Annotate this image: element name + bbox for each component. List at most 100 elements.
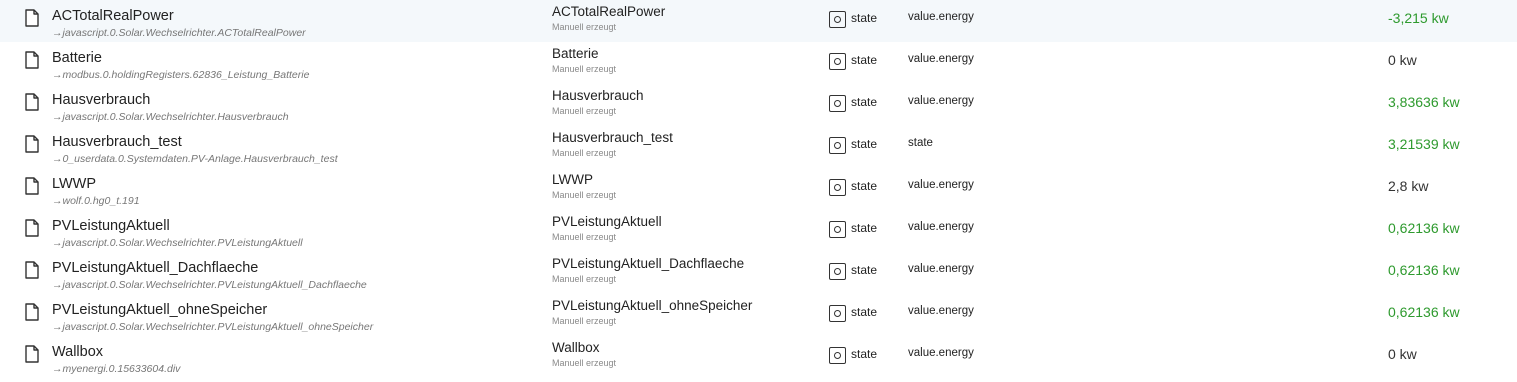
state-value[interactable]: 3,83636 kw <box>1388 94 1460 110</box>
origin-label: Manuell erzeugt <box>552 64 617 74</box>
alias-path: javascript.0.Solar.Wechselrichter.PVLeis… <box>62 279 367 291</box>
alias-target: →modbus.0.holdingRegisters.62836_Leistun… <box>52 69 309 81</box>
table-row[interactable]: PVLeistungAktuell →javascript.0.Solar.We… <box>0 210 1517 252</box>
state-value[interactable]: 2,8 kw <box>1388 178 1428 194</box>
alias-path: javascript.0.Solar.Wechselrichter.PVLeis… <box>62 237 303 249</box>
table-row[interactable]: PVLeistungAktuell_Dachflaeche →javascrip… <box>0 252 1517 294</box>
display-name: LWWP <box>552 172 593 187</box>
origin-label: Manuell erzeugt <box>552 316 617 326</box>
type-label: state <box>851 137 878 151</box>
role-label: value.energy <box>908 263 974 275</box>
role-label: state <box>908 137 933 149</box>
alias-path: javascript.0.Solar.Wechselrichter.Hausve… <box>62 111 289 123</box>
file-icon <box>25 135 39 153</box>
object-name: PVLeistungAktuell <box>52 218 170 234</box>
table-row[interactable]: Batterie →modbus.0.holdingRegisters.6283… <box>0 42 1517 84</box>
table-row[interactable]: Hausverbrauch_test →0_userdata.0.Systemd… <box>0 126 1517 168</box>
alias-target: →myenergi.0.15633604.div <box>52 363 180 375</box>
display-name: PVLeistungAktuell_ohneSpeicher <box>552 298 753 313</box>
origin-label: Manuell erzeugt <box>552 358 617 368</box>
display-name: Hausverbrauch <box>552 88 644 103</box>
alias-path: 0_userdata.0.Systemdaten.PV-Anlage.Hausv… <box>62 153 338 165</box>
state-value[interactable]: 0 kw <box>1388 346 1417 362</box>
origin-label: Manuell erzeugt <box>552 22 617 32</box>
type-label: state <box>851 11 878 25</box>
alias-arrow-icon: → <box>52 237 63 249</box>
display-name: Hausverbrauch_test <box>552 130 673 145</box>
file-icon <box>25 261 39 279</box>
origin-label: Manuell erzeugt <box>552 232 617 242</box>
alias-arrow-icon: → <box>52 195 63 207</box>
alias-target: →javascript.0.Solar.Wechselrichter.PVLei… <box>52 237 303 249</box>
type-label: state <box>851 347 878 361</box>
display-name: PVLeistungAktuell <box>552 214 662 229</box>
alias-arrow-icon: → <box>52 363 63 375</box>
type-label: state <box>851 305 878 319</box>
alias-path: wolf.0.hg0_t.191 <box>62 195 140 207</box>
alias-target: →javascript.0.Solar.Wechselrichter.PVLei… <box>52 321 373 333</box>
file-icon <box>25 219 39 237</box>
role-label: value.energy <box>908 95 974 107</box>
file-icon <box>25 93 39 111</box>
role-label: value.energy <box>908 179 974 191</box>
table-row[interactable]: PVLeistungAktuell_ohneSpeicher →javascri… <box>0 294 1517 336</box>
state-value[interactable]: 0,62136 kw <box>1388 220 1460 236</box>
state-icon <box>829 221 846 238</box>
type-label: state <box>851 221 878 235</box>
object-name: PVLeistungAktuell_Dachflaeche <box>52 260 259 276</box>
display-name: ACTotalRealPower <box>552 4 666 19</box>
state-icon <box>829 11 846 28</box>
state-value[interactable]: 0 kw <box>1388 52 1417 68</box>
table-row[interactable]: LWWP →wolf.0.hg0_t.191 LWWP Manuell erze… <box>0 168 1517 210</box>
object-name: PVLeistungAktuell_ohneSpeicher <box>52 302 268 318</box>
object-name: LWWP <box>52 176 97 192</box>
table-row[interactable]: Wallbox →myenergi.0.15633604.div Wallbox… <box>0 336 1517 378</box>
role-label: value.energy <box>908 347 974 359</box>
object-name: Hausverbrauch_test <box>52 134 182 150</box>
file-icon <box>25 51 39 69</box>
object-tree: ACTotalRealPower →javascript.0.Solar.Wec… <box>0 0 1517 378</box>
alias-arrow-icon: → <box>52 279 63 291</box>
alias-arrow-icon: → <box>52 321 63 333</box>
alias-target: →javascript.0.Solar.Wechselrichter.Hausv… <box>52 111 289 123</box>
file-icon <box>25 345 39 363</box>
role-label: value.energy <box>908 11 974 23</box>
state-value[interactable]: -3,215 kw <box>1388 10 1449 26</box>
type-label: state <box>851 53 878 67</box>
state-icon <box>829 347 846 364</box>
alias-target: →javascript.0.Solar.Wechselrichter.ACTot… <box>52 27 306 39</box>
object-name: Wallbox <box>52 344 104 360</box>
alias-target: →javascript.0.Solar.Wechselrichter.PVLei… <box>52 279 367 291</box>
state-value[interactable]: 0,62136 kw <box>1388 262 1460 278</box>
state-icon <box>829 179 846 196</box>
display-name: Wallbox <box>552 340 600 355</box>
state-icon <box>829 137 846 154</box>
alias-path: javascript.0.Solar.Wechselrichter.ACTota… <box>62 27 306 39</box>
table-row[interactable]: ACTotalRealPower →javascript.0.Solar.Wec… <box>0 0 1517 42</box>
type-label: state <box>851 179 878 193</box>
alias-path: modbus.0.holdingRegisters.62836_Leistung… <box>62 69 310 81</box>
state-value[interactable]: 3,21539 kw <box>1388 136 1460 152</box>
origin-label: Manuell erzeugt <box>552 274 617 284</box>
alias-target: →wolf.0.hg0_t.191 <box>52 195 140 207</box>
alias-path: myenergi.0.15633604.div <box>62 363 181 375</box>
alias-arrow-icon: → <box>52 153 63 165</box>
role-label: value.energy <box>908 53 974 65</box>
role-label: value.energy <box>908 221 974 233</box>
state-icon <box>829 53 846 70</box>
table-row[interactable]: Hausverbrauch →javascript.0.Solar.Wechse… <box>0 84 1517 126</box>
origin-label: Manuell erzeugt <box>552 106 617 116</box>
display-name: Batterie <box>552 46 599 61</box>
state-icon <box>829 263 846 280</box>
origin-label: Manuell erzeugt <box>552 148 617 158</box>
type-label: state <box>851 263 878 277</box>
state-value[interactable]: 0,62136 kw <box>1388 304 1460 320</box>
file-icon <box>25 177 39 195</box>
object-name: Batterie <box>52 50 102 66</box>
file-icon <box>25 303 39 321</box>
type-label: state <box>851 95 878 109</box>
file-icon <box>25 9 39 27</box>
role-label: value.energy <box>908 305 974 317</box>
alias-arrow-icon: → <box>52 69 63 81</box>
alias-path: javascript.0.Solar.Wechselrichter.PVLeis… <box>62 321 374 333</box>
